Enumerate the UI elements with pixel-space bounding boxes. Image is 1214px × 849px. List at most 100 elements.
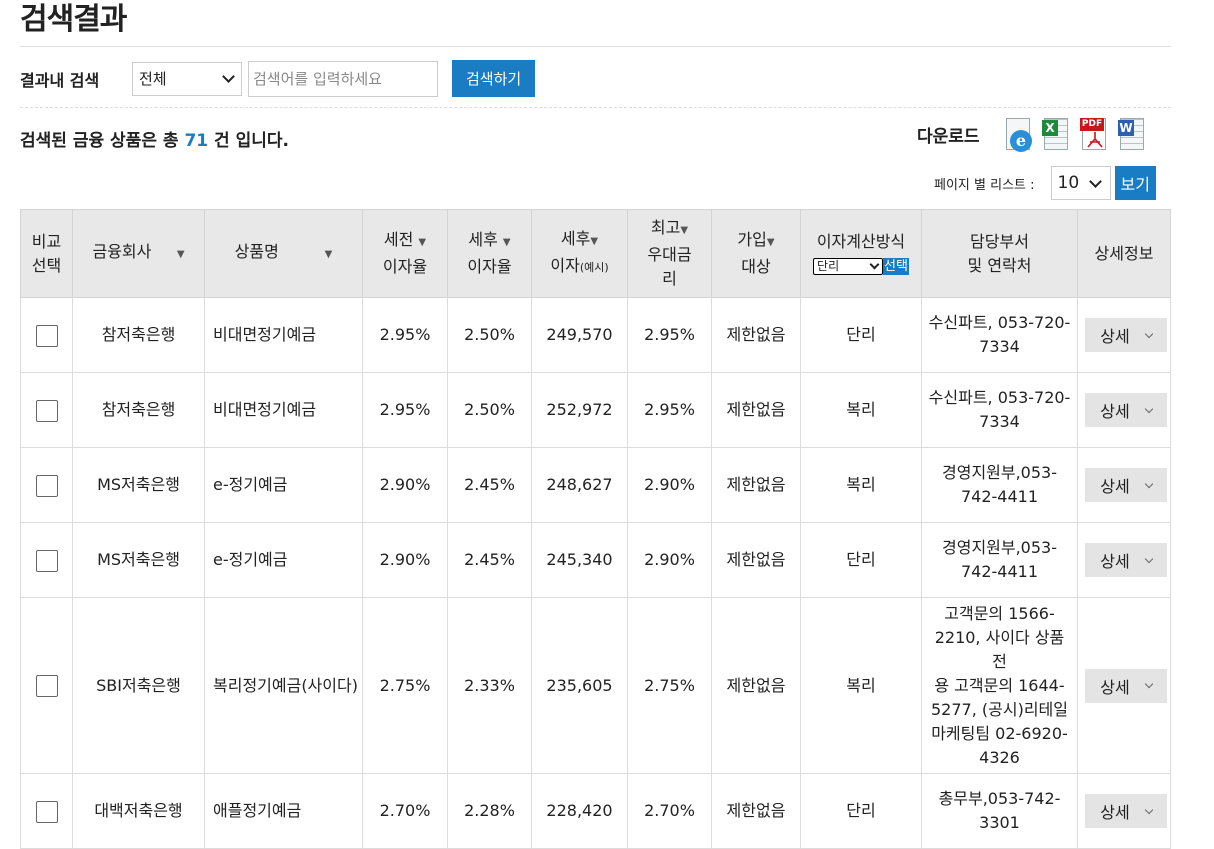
- col-pretax-rate[interactable]: 세전 ▼ 이자율: [362, 209, 448, 298]
- calc-method-cell: 복리: [800, 447, 922, 523]
- contact-line: 수신파트, 053-720-: [928, 313, 1071, 332]
- page-size-value: 10: [1057, 173, 1080, 193]
- pdf-icon[interactable]: PDF: [1080, 116, 1110, 153]
- contact-line: 마케팅팀 02-6920-: [931, 723, 1068, 743]
- company-cell: MS저축은행: [72, 447, 205, 523]
- col-company[interactable]: 금융회사 ▼: [72, 209, 205, 298]
- join-target-cell: 제한없음: [711, 773, 801, 849]
- pretax-rate-cell: 2.95%: [362, 372, 448, 448]
- chevron-down-icon: [1144, 329, 1153, 338]
- table-row: 참저축은행 비대면정기예금 2.95% 2.50% 252,972 2.95% …: [20, 372, 1171, 448]
- interest-cell: 249,570: [531, 297, 628, 373]
- chevron-down-icon: [222, 70, 235, 83]
- product-cell: 애플정기예금: [204, 773, 363, 849]
- page-title: 검색결과: [20, 2, 127, 37]
- posttax-rate-cell: 2.50%: [447, 297, 532, 373]
- page-size-select[interactable]: 10: [1050, 166, 1111, 200]
- detail-label: 상세: [1100, 402, 1130, 421]
- chevron-down-icon: [869, 259, 880, 270]
- company-cell: 참저축은행: [72, 297, 205, 373]
- detail-cell: 상세: [1077, 522, 1171, 598]
- contact-line: 742-4411: [960, 487, 1039, 506]
- interest-cell: 235,605: [531, 597, 628, 774]
- max-rate-cell: 2.90%: [627, 447, 712, 523]
- detail-button[interactable]: 상세: [1085, 318, 1167, 352]
- max-rate-cell: 2.95%: [627, 372, 712, 448]
- compare-checkbox[interactable]: [35, 800, 58, 823]
- word-icon[interactable]: W: [1118, 116, 1148, 153]
- chevron-down-icon: [1144, 479, 1153, 488]
- contact-cell: 고객문의 1566- 2210, 사이다 상품 전용 고객문의 1644- 5277…: [921, 597, 1078, 774]
- compare-checkbox[interactable]: [35, 675, 58, 697]
- search-input[interactable]: [248, 60, 438, 97]
- contact-line: 2210, 사이다 상품 전: [934, 627, 1065, 671]
- contact-line: 7334: [979, 337, 1020, 356]
- sort-down-icon: ▼: [766, 237, 775, 248]
- col-compare: 비교 선택: [20, 209, 73, 298]
- calc-method-apply-button[interactable]: 선택: [883, 257, 909, 275]
- detail-cell: 상세: [1077, 773, 1171, 849]
- calc-method-cell: 복리: [800, 597, 922, 774]
- chevron-down-icon: [1144, 554, 1153, 563]
- detail-label: 상세: [1100, 477, 1130, 496]
- pretax-rate-cell: 2.75%: [362, 597, 448, 774]
- col-product[interactable]: 상품명 ▼: [204, 209, 363, 298]
- result-count-prefix: 검색된 금융 상품은 총: [20, 131, 185, 151]
- detail-button[interactable]: 상세: [1085, 468, 1167, 502]
- col-max-rate[interactable]: 최고▼ 우대금 리: [627, 209, 712, 298]
- compare-checkbox[interactable]: [35, 549, 58, 572]
- join-target-cell: 제한없음: [711, 372, 801, 448]
- search-scope-select[interactable]: 전체: [132, 61, 242, 96]
- contact-cell: 경영지원부,053- 742-4411: [921, 447, 1078, 523]
- contact-line: 고객문의 1566-: [944, 603, 1055, 623]
- search-divider: [20, 107, 1171, 108]
- col-join-target[interactable]: 가입▼ 대상: [711, 209, 801, 298]
- result-count: 71: [184, 131, 209, 151]
- sort-down-icon: ▼: [680, 225, 689, 236]
- contact-cell: 수신파트, 053-720- 7334: [921, 372, 1078, 448]
- compare-checkbox[interactable]: [35, 474, 58, 497]
- detail-cell: 상세: [1077, 597, 1171, 774]
- compare-cell: [20, 522, 73, 598]
- join-target-cell: 제한없음: [711, 297, 801, 373]
- detail-cell: 상세: [1077, 297, 1171, 373]
- col-contact: 담당부서 및 연락처: [921, 209, 1078, 298]
- col-detail: 상세정보: [1077, 209, 1171, 298]
- join-target-cell: 제한없음: [711, 522, 801, 598]
- contact-line: 3301: [979, 813, 1020, 832]
- col-posttax-interest[interactable]: 세후▼ 이자(예시): [531, 209, 628, 298]
- contact-line: 742-4411: [960, 562, 1039, 581]
- product-cell: 비대면정기예금: [204, 372, 363, 448]
- contact-line: 수신파트, 053-720-: [928, 388, 1071, 407]
- excel-icon[interactable]: X: [1042, 116, 1072, 153]
- view-button[interactable]: 보기: [1114, 166, 1156, 200]
- join-target-cell: 제한없음: [711, 597, 801, 774]
- detail-button[interactable]: 상세: [1085, 668, 1167, 703]
- col-posttax-rate[interactable]: 세후 ▼ 이자율: [447, 209, 532, 298]
- calc-method-cell: 단리: [800, 297, 922, 373]
- page-size-bar: 페이지 별 리스트 : 10 보기: [934, 166, 1156, 200]
- posttax-rate-cell: 2.28%: [447, 773, 532, 849]
- detail-button[interactable]: 상세: [1085, 393, 1167, 427]
- contact-line: 7334: [979, 412, 1020, 431]
- compare-cell: [20, 773, 73, 849]
- max-rate-cell: 2.95%: [627, 297, 712, 373]
- col-calc-method: 이자계산방식 단리 선택: [800, 209, 922, 298]
- calc-method-select[interactable]: 단리: [813, 257, 884, 275]
- detail-button[interactable]: 상세: [1085, 543, 1167, 577]
- max-rate-cell: 2.90%: [627, 522, 712, 598]
- compare-checkbox[interactable]: [35, 324, 58, 347]
- compare-cell: [20, 372, 73, 448]
- contact-cell: 경영지원부,053- 742-4411: [921, 522, 1078, 598]
- search-button[interactable]: 검색하기: [452, 60, 536, 97]
- join-target-cell: 제한없음: [711, 447, 801, 523]
- sort-down-icon: ▼: [176, 249, 185, 260]
- table-row: 참저축은행 비대면정기예금 2.95% 2.50% 249,570 2.95% …: [20, 297, 1171, 373]
- detail-button[interactable]: 상세: [1085, 794, 1167, 828]
- table-row: MS저축은행 e-정기예금 2.90% 2.45% 245,340 2.90% …: [20, 522, 1171, 598]
- compare-cell: [20, 597, 73, 774]
- ie-icon[interactable]: e: [1004, 116, 1034, 153]
- compare-checkbox[interactable]: [35, 399, 58, 422]
- posttax-rate-cell: 2.50%: [447, 372, 532, 448]
- detail-label: 상세: [1100, 327, 1130, 346]
